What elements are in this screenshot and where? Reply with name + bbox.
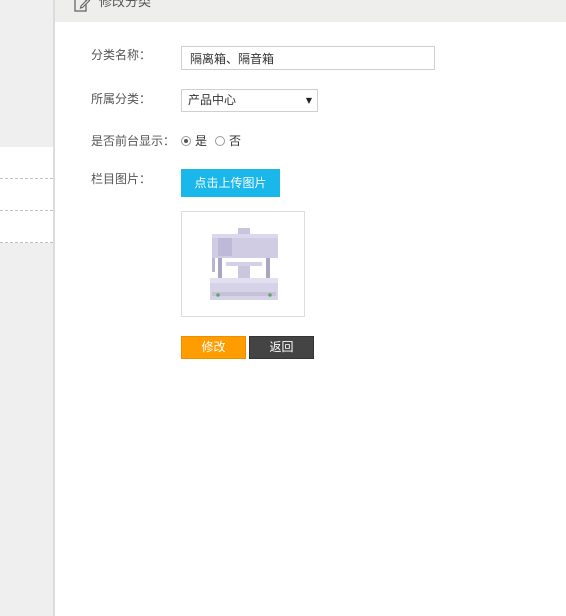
parent-category-select[interactable]: 产品中心 ▼ xyxy=(181,89,318,112)
show-no-radio[interactable] xyxy=(215,136,226,146)
page-title: 修改分类 xyxy=(99,0,152,10)
column-image-label: 栏目图片： xyxy=(91,172,152,186)
left-sidebar xyxy=(0,0,53,616)
panel-header: 修改分类 xyxy=(55,0,566,22)
show-no-label[interactable]: 否 xyxy=(229,133,241,149)
back-button[interactable]: 返回 xyxy=(249,336,314,359)
sidebar-divider xyxy=(0,178,53,179)
sidebar-list-band xyxy=(0,147,53,243)
category-name-label: 分类名称： xyxy=(91,48,152,62)
sidebar-divider xyxy=(0,242,53,243)
category-name-input[interactable] xyxy=(181,46,435,70)
dropdown-arrow-icon: ▼ xyxy=(305,96,312,105)
show-frontend-label: 是否前台显示： xyxy=(91,134,176,148)
panel-divider xyxy=(53,0,55,616)
show-yes-label[interactable]: 是 xyxy=(195,133,207,149)
category-image-thumbnail xyxy=(181,211,305,317)
modify-button[interactable]: 修改 xyxy=(181,336,246,359)
upload-image-button[interactable]: 点击上传图片 xyxy=(181,169,280,197)
parent-category-value: 产品中心 xyxy=(188,93,237,107)
product-machine-image xyxy=(210,228,278,300)
show-frontend-radio-group: 是 否 xyxy=(181,133,249,149)
show-yes-radio[interactable] xyxy=(181,136,191,146)
parent-category-label: 所属分类： xyxy=(91,92,152,106)
sidebar-divider xyxy=(0,210,53,211)
edit-icon xyxy=(73,0,91,14)
